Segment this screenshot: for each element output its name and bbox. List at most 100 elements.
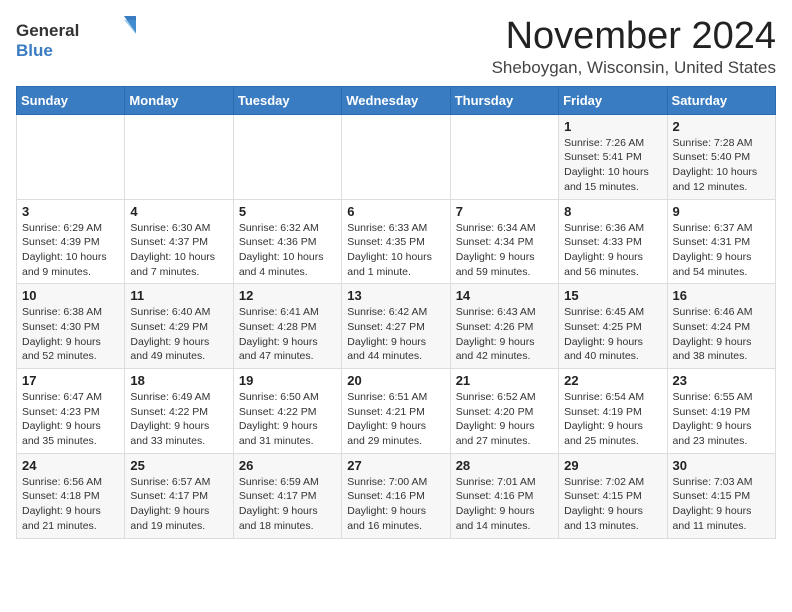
day-number: 20: [347, 373, 444, 388]
weekday-header-monday: Monday: [125, 86, 233, 114]
month-title: November 2024: [492, 16, 776, 58]
day-cell: 10 Sunrise: 6:38 AM Sunset: 4:30 PM Dayli…: [17, 284, 125, 369]
day-cell: 22Sunrise: 6:54 AM Sunset: 4:19 PM Dayli…: [559, 369, 667, 454]
day-info: Sunrise: 6:50 AM Sunset: 4:22 PM Dayligh…: [239, 390, 336, 449]
day-info: Sunrise: 6:33 AM Sunset: 4:35 PM Dayligh…: [347, 221, 444, 280]
day-cell: 26 Sunrise: 6:59 AM Sunset: 4:17 PM Dayli…: [233, 453, 341, 538]
week-row-2: 3 Sunrise: 6:29 AM Sunset: 4:39 PM Daylig…: [17, 199, 776, 284]
day-number: 14: [456, 288, 553, 303]
day-cell: 27 Sunrise: 7:00 AM Sunset: 4:16 PM Dayli…: [342, 453, 450, 538]
day-cell: 30 Sunrise: 7:03 AM Sunset: 4:15 PM Dayli…: [667, 453, 775, 538]
day-cell: 13 Sunrise: 6:42 AM Sunset: 4:27 PM Dayli…: [342, 284, 450, 369]
week-row-5: 24 Sunrise: 6:56 AM Sunset: 4:18 PM Dayli…: [17, 453, 776, 538]
day-number: 11: [130, 288, 227, 303]
day-cell: 21Sunrise: 6:52 AM Sunset: 4:20 PM Dayli…: [450, 369, 558, 454]
day-number: 15: [564, 288, 661, 303]
day-cell: 16 Sunrise: 6:46 AM Sunset: 4:24 PM Dayli…: [667, 284, 775, 369]
day-info: Sunrise: 6:41 AM Sunset: 4:28 PM Dayligh…: [239, 305, 336, 364]
day-info: Sunrise: 6:30 AM Sunset: 4:37 PM Dayligh…: [130, 221, 227, 280]
day-number: 5: [239, 204, 336, 219]
day-info: Sunrise: 7:00 AM Sunset: 4:16 PM Dayligh…: [347, 475, 444, 534]
day-number: 30: [673, 458, 770, 473]
day-info: Sunrise: 6:45 AM Sunset: 4:25 PM Dayligh…: [564, 305, 661, 364]
weekday-header-row: SundayMondayTuesdayWednesdayThursdayFrid…: [17, 86, 776, 114]
week-row-3: 10 Sunrise: 6:38 AM Sunset: 4:30 PM Dayli…: [17, 284, 776, 369]
day-number: 16: [673, 288, 770, 303]
day-info: Sunrise: 6:42 AM Sunset: 4:27 PM Dayligh…: [347, 305, 444, 364]
day-cell: 18 Sunrise: 6:49 AM Sunset: 4:22 PM Dayli…: [125, 369, 233, 454]
svg-text:General: General: [16, 21, 79, 40]
day-cell: 17 Sunrise: 6:47 AM Sunset: 4:23 PM Dayli…: [17, 369, 125, 454]
day-cell: 8 Sunrise: 6:36 AM Sunset: 4:33 PM Daylig…: [559, 199, 667, 284]
day-cell: [125, 114, 233, 199]
day-info: Sunrise: 7:02 AM Sunset: 4:15 PM Dayligh…: [564, 475, 661, 534]
day-cell: 19 Sunrise: 6:50 AM Sunset: 4:22 PM Dayli…: [233, 369, 341, 454]
week-row-4: 17 Sunrise: 6:47 AM Sunset: 4:23 PM Dayli…: [17, 369, 776, 454]
day-info: Sunrise: 6:46 AM Sunset: 4:24 PM Dayligh…: [673, 305, 770, 364]
day-info: Sunrise: 6:57 AM Sunset: 4:17 PM Dayligh…: [130, 475, 227, 534]
day-info: Sunrise: 7:26 AM Sunset: 5:41 PM Dayligh…: [564, 136, 661, 195]
day-number: 25: [130, 458, 227, 473]
day-number: 4: [130, 204, 227, 219]
day-info: Sunrise: 6:34 AM Sunset: 4:34 PM Dayligh…: [456, 221, 553, 280]
day-number: 8: [564, 204, 661, 219]
weekday-header-friday: Friday: [559, 86, 667, 114]
day-info: Sunrise: 6:59 AM Sunset: 4:17 PM Dayligh…: [239, 475, 336, 534]
day-number: 6: [347, 204, 444, 219]
day-info: Sunrise: 6:40 AM Sunset: 4:29 PM Dayligh…: [130, 305, 227, 364]
day-number: 27: [347, 458, 444, 473]
day-cell: 11 Sunrise: 6:40 AM Sunset: 4:29 PM Dayli…: [125, 284, 233, 369]
day-number: 24: [22, 458, 119, 473]
day-cell: [450, 114, 558, 199]
day-number: 23: [673, 373, 770, 388]
day-number: 3: [22, 204, 119, 219]
day-number: 1: [564, 119, 661, 134]
day-cell: 7 Sunrise: 6:34 AM Sunset: 4:34 PM Daylig…: [450, 199, 558, 284]
day-cell: 23 Sunrise: 6:55 AM Sunset: 4:19 PM Dayli…: [667, 369, 775, 454]
day-info: Sunrise: 6:56 AM Sunset: 4:18 PM Dayligh…: [22, 475, 119, 534]
day-number: 12: [239, 288, 336, 303]
day-cell: 1 Sunrise: 7:26 AM Sunset: 5:41 PM Daylig…: [559, 114, 667, 199]
day-number: 26: [239, 458, 336, 473]
day-number: 18: [130, 373, 227, 388]
day-info: Sunrise: 6:47 AM Sunset: 4:23 PM Dayligh…: [22, 390, 119, 449]
header: General Blue November 2024 Sheboygan, Wi…: [16, 16, 776, 78]
day-cell: 20 Sunrise: 6:51 AM Sunset: 4:21 PM Dayli…: [342, 369, 450, 454]
day-cell: 28Sunrise: 7:01 AM Sunset: 4:16 PM Dayli…: [450, 453, 558, 538]
day-cell: 2Sunrise: 7:28 AM Sunset: 5:40 PM Daylig…: [667, 114, 775, 199]
day-info: Sunrise: 6:36 AM Sunset: 4:33 PM Dayligh…: [564, 221, 661, 280]
day-info: Sunrise: 7:03 AM Sunset: 4:15 PM Dayligh…: [673, 475, 770, 534]
day-info: Sunrise: 6:49 AM Sunset: 4:22 PM Dayligh…: [130, 390, 227, 449]
logo: General Blue: [16, 16, 136, 60]
day-cell: 9Sunrise: 6:37 AM Sunset: 4:31 PM Daylig…: [667, 199, 775, 284]
day-cell: 29Sunrise: 7:02 AM Sunset: 4:15 PM Dayli…: [559, 453, 667, 538]
day-number: 7: [456, 204, 553, 219]
weekday-header-saturday: Saturday: [667, 86, 775, 114]
day-cell: 25 Sunrise: 6:57 AM Sunset: 4:17 PM Dayli…: [125, 453, 233, 538]
day-number: 10: [22, 288, 119, 303]
day-info: Sunrise: 6:38 AM Sunset: 4:30 PM Dayligh…: [22, 305, 119, 364]
day-cell: 15 Sunrise: 6:45 AM Sunset: 4:25 PM Dayli…: [559, 284, 667, 369]
day-cell: 14Sunrise: 6:43 AM Sunset: 4:26 PM Dayli…: [450, 284, 558, 369]
day-info: Sunrise: 6:55 AM Sunset: 4:19 PM Dayligh…: [673, 390, 770, 449]
day-cell: [342, 114, 450, 199]
weekday-header-tuesday: Tuesday: [233, 86, 341, 114]
svg-text:Blue: Blue: [16, 41, 53, 60]
day-cell: 24 Sunrise: 6:56 AM Sunset: 4:18 PM Dayli…: [17, 453, 125, 538]
day-number: 17: [22, 373, 119, 388]
day-info: Sunrise: 6:37 AM Sunset: 4:31 PM Dayligh…: [673, 221, 770, 280]
day-number: 22: [564, 373, 661, 388]
calendar-table: SundayMondayTuesdayWednesdayThursdayFrid…: [16, 86, 776, 539]
day-cell: [17, 114, 125, 199]
day-cell: 5 Sunrise: 6:32 AM Sunset: 4:36 PM Daylig…: [233, 199, 341, 284]
day-info: Sunrise: 6:32 AM Sunset: 4:36 PM Dayligh…: [239, 221, 336, 280]
day-number: 13: [347, 288, 444, 303]
weekday-header-sunday: Sunday: [17, 86, 125, 114]
logo-svg: General Blue: [16, 16, 136, 60]
day-info: Sunrise: 6:29 AM Sunset: 4:39 PM Dayligh…: [22, 221, 119, 280]
day-number: 19: [239, 373, 336, 388]
day-info: Sunrise: 7:28 AM Sunset: 5:40 PM Dayligh…: [673, 136, 770, 195]
day-number: 28: [456, 458, 553, 473]
day-info: Sunrise: 6:51 AM Sunset: 4:21 PM Dayligh…: [347, 390, 444, 449]
day-info: Sunrise: 6:52 AM Sunset: 4:20 PM Dayligh…: [456, 390, 553, 449]
